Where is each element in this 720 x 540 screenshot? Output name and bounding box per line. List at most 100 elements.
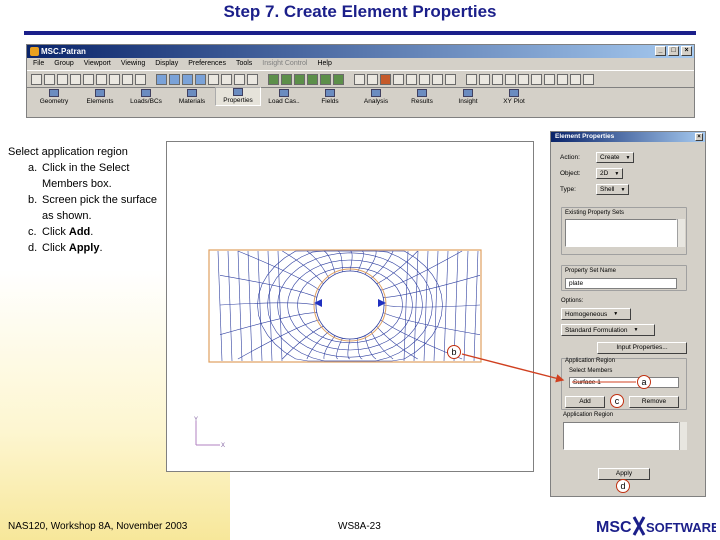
mesh-line <box>349 250 353 272</box>
dropdown-arrow-icon: ▼ <box>625 154 631 161</box>
select-members-field[interactable]: Surface 1 <box>569 377 679 388</box>
top-view-icon[interactable] <box>281 73 292 85</box>
plate-mesh[interactable] <box>208 249 482 363</box>
patran-title-bar: MSC.Patran _ □ × <box>27 45 694 58</box>
refresh-icon[interactable] <box>135 73 146 85</box>
menu-help[interactable]: Help <box>317 58 331 70</box>
center-icon[interactable] <box>247 73 258 85</box>
app-load-cases-button[interactable]: Load Cas.. <box>261 89 307 106</box>
reset-graphics-icon[interactable] <box>122 73 133 85</box>
mesh-line <box>282 250 324 284</box>
existing-sets-scrollbar[interactable] <box>677 219 685 247</box>
app-fields-button[interactable]: Fields <box>307 89 353 106</box>
new-icon[interactable] <box>31 73 42 85</box>
element-icon[interactable] <box>492 73 503 85</box>
application-region-scrollbar[interactable] <box>679 422 687 450</box>
front-view-icon[interactable] <box>268 73 279 85</box>
view-icon[interactable] <box>156 73 167 85</box>
app-loads-bcs-button[interactable]: Loads/BCs <box>123 89 169 106</box>
mesh-line <box>383 304 481 308</box>
hidden-line-icon[interactable] <box>367 73 378 85</box>
geometry-icon[interactable] <box>505 73 516 85</box>
close-icon[interactable]: × <box>681 46 692 56</box>
shrink-icon[interactable] <box>479 73 490 85</box>
smooth-shaded-icon[interactable] <box>393 73 404 85</box>
fem-icon[interactable] <box>518 73 529 85</box>
menu-display[interactable]: Display <box>155 58 178 70</box>
app-xy-plot-button[interactable]: XY Plot <box>491 89 537 106</box>
iso-view-3-icon[interactable] <box>333 73 344 85</box>
mesh-line <box>403 250 409 362</box>
maximize-icon[interactable]: □ <box>668 46 679 56</box>
menu-preferences[interactable]: Preferences <box>188 58 226 70</box>
input-properties-button[interactable]: Input Properties... <box>597 342 687 354</box>
iso-view-icon[interactable] <box>307 73 318 85</box>
menu-file[interactable]: File <box>33 58 44 70</box>
app-properties-button[interactable]: Properties <box>215 87 261 106</box>
close-icon[interactable]: × <box>695 133 703 141</box>
app-analysis-button[interactable]: Analysis <box>353 89 399 106</box>
plot-erase-icon[interactable] <box>432 73 443 85</box>
option-formulation-dropdown[interactable]: Standard Formulation ▼ <box>561 324 655 336</box>
abort-icon[interactable] <box>109 73 120 85</box>
type-dropdown[interactable]: Shell ▼ <box>596 184 630 195</box>
shaded-icon[interactable] <box>380 73 391 85</box>
copy-icon[interactable] <box>83 73 94 85</box>
zoom-icon[interactable] <box>195 73 206 85</box>
application-bar: Geometry Elements Loads/BCs Materials Pr… <box>27 87 694 106</box>
patran-logo-icon <box>30 47 39 56</box>
mesh-line <box>413 250 419 362</box>
pan-icon[interactable] <box>182 73 193 85</box>
side-view-icon[interactable] <box>294 73 305 85</box>
application-region-list[interactable] <box>563 422 679 450</box>
title-divider <box>24 31 696 35</box>
undo-icon[interactable] <box>96 73 107 85</box>
action-dropdown[interactable]: Create ▼ <box>596 152 635 163</box>
menu-viewing[interactable]: Viewing <box>121 58 145 70</box>
coord-icon[interactable] <box>544 73 555 85</box>
rotate-icon[interactable] <box>169 73 180 85</box>
minimize-icon[interactable]: _ <box>655 46 666 56</box>
rgb-icon[interactable] <box>570 73 581 85</box>
colors-icon[interactable] <box>557 73 568 85</box>
zoom-out-icon[interactable] <box>234 73 245 85</box>
app-results-button[interactable]: Results <box>399 89 445 106</box>
mesh-line <box>227 250 233 362</box>
remove-button[interactable]: Remove <box>629 396 679 408</box>
show-all-icon[interactable] <box>445 73 456 85</box>
patran-window-title: MSC.Patran <box>41 47 86 56</box>
results-app-icon <box>417 89 427 97</box>
app-geometry-button[interactable]: Geometry <box>31 89 77 106</box>
property-set-name-field[interactable]: plate <box>565 278 677 289</box>
app-elements-button[interactable]: Elements <box>77 89 123 106</box>
existing-sets-list[interactable] <box>565 219 677 247</box>
print-icon[interactable] <box>70 73 81 85</box>
node-size-icon[interactable] <box>466 73 477 85</box>
geometry-app-icon <box>49 89 59 97</box>
wireframe-icon[interactable] <box>354 73 365 85</box>
mesh-line <box>357 338 363 360</box>
fit-view-icon[interactable] <box>208 73 219 85</box>
object-dropdown[interactable]: 2D ▼ <box>596 168 624 179</box>
menu-tools[interactable]: Tools <box>236 58 252 70</box>
zoom-in-icon[interactable] <box>221 73 232 85</box>
menu-insight-control[interactable]: Insight Control <box>262 58 307 70</box>
mesh-line <box>347 338 351 360</box>
help-icon[interactable] <box>583 73 594 85</box>
app-materials-button[interactable]: Materials <box>169 89 215 106</box>
footer-course-info: NAS120, Workshop 8A, November 2003 <box>8 521 188 532</box>
group-icon[interactable] <box>531 73 542 85</box>
entity-icon[interactable] <box>406 73 417 85</box>
iso-view-2-icon[interactable] <box>320 73 331 85</box>
option-homogeneous-dropdown[interactable]: Homogeneous ▼ <box>561 308 631 320</box>
save-icon[interactable] <box>57 73 68 85</box>
existing-sets-label: Existing Property Sets <box>565 210 625 216</box>
footer-page-number: WS8A-23 <box>338 521 381 532</box>
menu-viewport[interactable]: Viewport <box>84 58 111 70</box>
msc-software-logo: MSC SOFTWARE <box>596 516 716 536</box>
label-icon[interactable] <box>419 73 430 85</box>
add-button[interactable]: Add <box>565 396 605 408</box>
app-insight-button[interactable]: Insight <box>445 89 491 106</box>
open-icon[interactable] <box>44 73 55 85</box>
menu-group[interactable]: Group <box>54 58 73 70</box>
